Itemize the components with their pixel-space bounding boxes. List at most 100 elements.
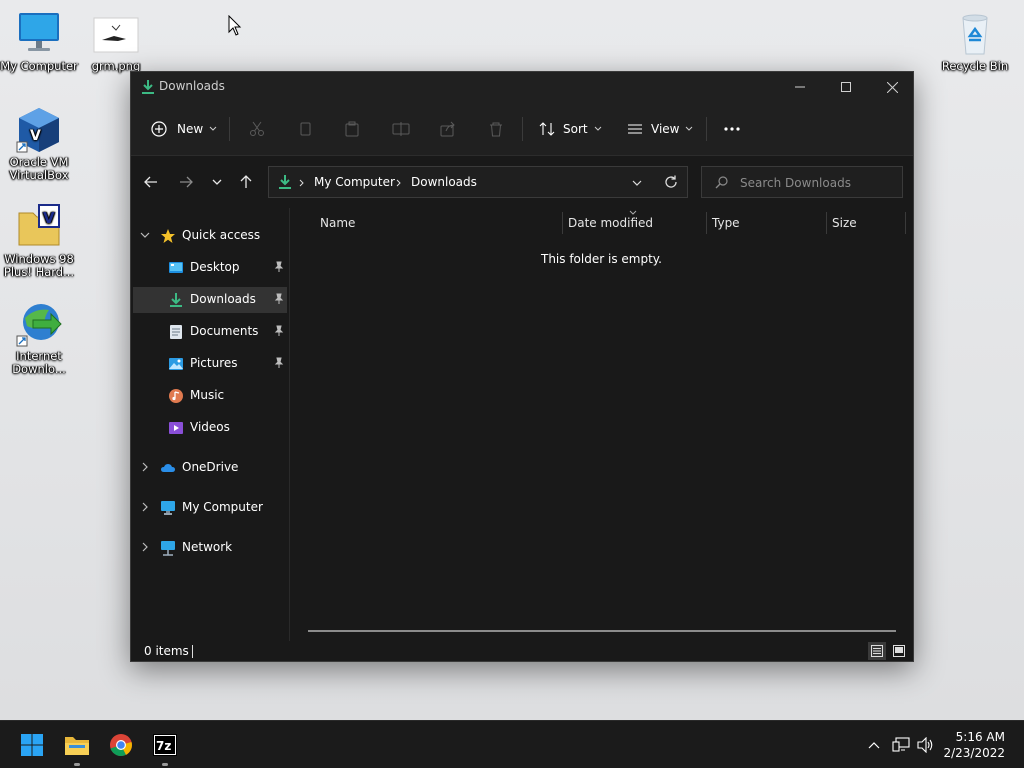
toolbar-divider — [706, 117, 707, 141]
search-input[interactable] — [738, 173, 892, 193]
document-icon — [170, 325, 182, 339]
rename-icon — [392, 122, 410, 136]
taskbar-chrome[interactable] — [105, 729, 137, 761]
paste-button[interactable] — [344, 114, 360, 144]
delete-button[interactable] — [488, 114, 504, 144]
more-options-button[interactable] — [723, 114, 741, 144]
sort-label: Sort — [563, 122, 588, 136]
chevron-down-icon — [632, 180, 642, 186]
sidebar-item-quick-access[interactable]: Quick access — [133, 223, 287, 249]
sidebar-item-network[interactable]: Network — [133, 535, 287, 561]
desktop-icon-my-computer[interactable]: My Computer — [0, 10, 79, 73]
sidebar-item-desktop[interactable]: Desktop — [133, 255, 287, 281]
details-view-button[interactable] — [868, 642, 886, 660]
desktop-icon-label: Oracle VM VirtualBox — [9, 155, 69, 182]
sidebar-item-label: Documents — [190, 324, 259, 338]
column-divider[interactable] — [706, 212, 707, 234]
clipboard-icon — [345, 121, 359, 137]
download-icon — [170, 293, 182, 307]
view-label: View — [651, 122, 680, 136]
speaker-icon — [917, 737, 933, 753]
refresh-button[interactable] — [664, 175, 678, 192]
sidebar-item-my-computer[interactable]: My Computer — [133, 495, 287, 521]
desktop-icon-label: My Computer — [0, 59, 78, 73]
forward-button[interactable] — [174, 170, 198, 194]
new-label: New — [177, 122, 204, 136]
column-divider[interactable] — [826, 212, 827, 234]
up-button[interactable] — [234, 170, 258, 194]
pin-icon[interactable] — [273, 261, 285, 273]
disk-image-icon: V — [15, 203, 63, 251]
recycle-bin-icon — [951, 10, 999, 58]
column-header-name[interactable]: Name — [320, 216, 355, 234]
column-divider[interactable] — [905, 212, 906, 234]
file-list: Name Date modified Type Size This folder… — [290, 208, 913, 641]
picture-icon — [169, 358, 183, 370]
taskbar-7zip[interactable]: 7z — [149, 729, 181, 766]
close-button[interactable] — [869, 72, 915, 102]
column-divider[interactable] — [562, 212, 563, 234]
music-icon — [169, 389, 183, 403]
large-icons-view-button[interactable] — [890, 642, 908, 660]
address-bar[interactable]: My Computer Downloads — [268, 166, 688, 198]
maximize-button[interactable] — [823, 72, 869, 102]
rename-button[interactable] — [392, 114, 410, 144]
sort-button[interactable]: Sort — [539, 114, 602, 144]
system-clock[interactable]: 5:16 AM 2/23/2022 — [943, 729, 1005, 761]
toolbar-divider — [522, 117, 523, 141]
minimize-icon — [795, 86, 805, 88]
copy-button[interactable] — [297, 114, 313, 144]
pin-icon[interactable] — [273, 357, 285, 369]
view-lines-icon — [628, 124, 642, 134]
scissors-icon — [250, 121, 264, 136]
desktop-icon-grm-png[interactable]: grm.png — [76, 10, 156, 73]
breadcrumb-my-computer[interactable]: My Computer — [314, 175, 395, 189]
share-icon — [440, 121, 455, 137]
desktop-icon-internet-download-manager[interactable]: Internet Downlo... — [0, 300, 79, 376]
sidebar-item-downloads[interactable]: Downloads — [133, 287, 287, 313]
sidebar-item-label: Quick access — [182, 228, 261, 242]
close-icon — [886, 81, 898, 93]
desktop-icon-recycle-bin[interactable]: Recycle Bin — [935, 10, 1015, 73]
ellipsis-icon — [724, 127, 740, 131]
back-button[interactable] — [139, 170, 163, 194]
sidebar-item-music[interactable]: Music — [133, 383, 287, 409]
desktop-icon-windows-98[interactable]: V Windows 98 Plus! Hard... — [0, 203, 79, 279]
sidebar-item-pictures[interactable]: Pictures — [133, 351, 287, 377]
globe-download-icon — [15, 300, 63, 348]
network-status-button[interactable] — [891, 735, 911, 755]
desktop-icon-virtualbox[interactable]: V Oracle VM VirtualBox — [0, 106, 79, 182]
chevron-right-icon — [142, 542, 148, 552]
svg-text:7z: 7z — [156, 739, 171, 753]
taskbar-file-explorer[interactable] — [61, 729, 93, 766]
column-header-size[interactable]: Size — [832, 216, 857, 234]
image-file-icon — [92, 10, 140, 58]
volume-button[interactable] — [916, 735, 936, 755]
navigation-pane: Quick access Desktop Downloads Documents — [131, 208, 290, 641]
pin-icon[interactable] — [273, 293, 285, 305]
sidebar-item-onedrive[interactable]: OneDrive — [133, 455, 287, 481]
sidebar-item-videos[interactable]: Videos — [133, 415, 287, 441]
minimize-button[interactable] — [777, 72, 823, 102]
column-header-type[interactable]: Type — [712, 216, 740, 234]
address-history-button[interactable] — [632, 177, 642, 191]
column-header-date-modified[interactable]: Date modified — [568, 216, 653, 234]
horizontal-scrollbar[interactable] — [308, 630, 896, 632]
new-button[interactable]: New — [151, 114, 217, 144]
cut-button[interactable] — [249, 114, 265, 144]
trash-icon — [490, 122, 502, 137]
arrow-right-icon — [180, 176, 193, 188]
start-button[interactable] — [16, 729, 48, 761]
sidebar-item-label: Desktop — [190, 260, 240, 274]
share-button[interactable] — [440, 114, 456, 144]
title-bar[interactable]: Downloads — [131, 72, 913, 102]
pin-icon[interactable] — [273, 325, 285, 337]
show-hidden-icons-button[interactable] — [864, 735, 884, 755]
item-count: 0 items — [144, 644, 189, 658]
file-explorer-window: Downloads New Sort View My Computer Down… — [130, 71, 914, 662]
breadcrumb-downloads[interactable]: Downloads — [411, 175, 477, 189]
view-button[interactable]: View — [627, 114, 693, 144]
search-box[interactable] — [701, 166, 903, 198]
sidebar-item-documents[interactable]: Documents — [133, 319, 287, 345]
recent-locations-button[interactable] — [205, 170, 229, 194]
